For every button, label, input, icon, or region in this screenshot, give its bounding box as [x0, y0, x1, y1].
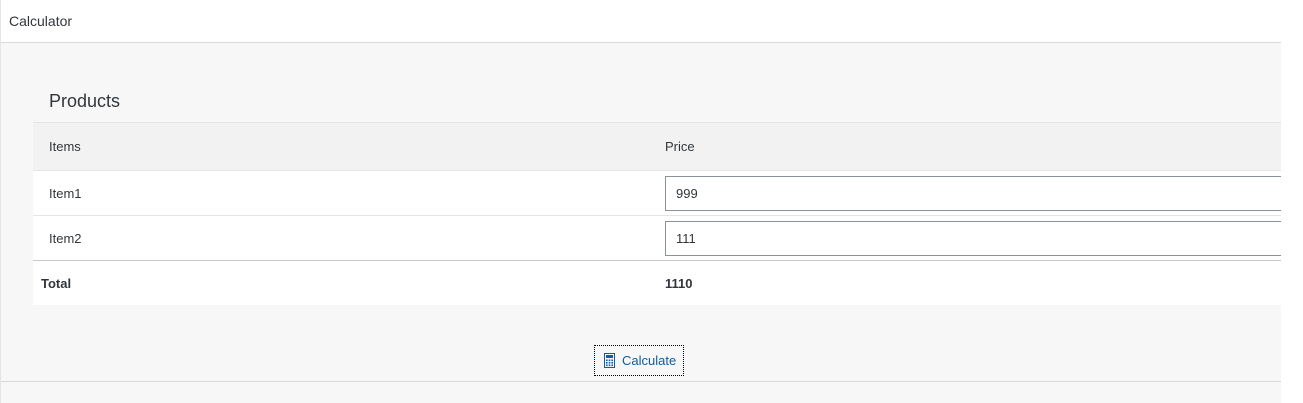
table-header: Items Price: [33, 123, 1282, 171]
column-header-price: Price: [665, 139, 695, 154]
price-cell: [665, 220, 1282, 256]
footer-divider: [1, 381, 1281, 382]
price-cell: [665, 175, 1282, 211]
window-right-gutter: [1281, 0, 1303, 403]
column-header-items: Items: [49, 139, 81, 154]
item-name-cell: Item2: [49, 230, 82, 246]
page-title: Calculator: [9, 13, 73, 29]
item-name-cell: Item1: [49, 185, 82, 201]
item1-price-input[interactable]: [665, 175, 1282, 211]
calculate-button[interactable]: Calculate: [594, 345, 685, 376]
products-panel: Products Items Price Item1 Item2 Total 1…: [33, 80, 1282, 305]
total-value: 1110: [665, 275, 693, 291]
total-label: Total: [41, 275, 72, 291]
table-row: Item2: [33, 216, 1282, 261]
panel-title: Products: [33, 80, 1282, 123]
calculator-icon: [604, 353, 615, 368]
total-row: Total 1110: [33, 261, 1282, 305]
table-row: Item1: [33, 171, 1282, 216]
app-header: Calculator: [1, 0, 1281, 43]
item2-price-input[interactable]: [665, 220, 1282, 256]
main-content: Products Items Price Item1 Item2 Total 1…: [1, 44, 1282, 381]
calculate-button-label: Calculate: [622, 353, 677, 368]
calculator-app: Calculator Products Items Price Item1 It…: [0, 0, 1282, 403]
